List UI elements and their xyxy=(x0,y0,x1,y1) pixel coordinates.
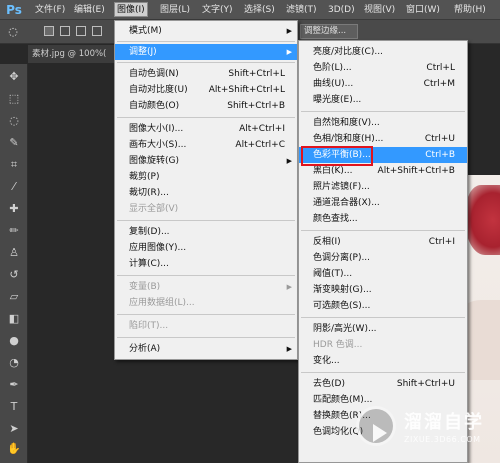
menu-help[interactable]: 帮助(H) xyxy=(452,3,488,18)
menu-3d[interactable]: 3D(D) xyxy=(326,3,357,18)
menu-item-mode[interactable]: 模式(M) ▶ xyxy=(115,23,297,39)
pen-tool-icon[interactable]: ✒ xyxy=(7,378,21,392)
submenu-item-gradient-map[interactable]: 渐变映射(G)... xyxy=(299,282,467,298)
type-tool-icon[interactable]: T xyxy=(7,400,21,414)
menu-item-auto-contrast[interactable]: 自动对比度(U) Alt+Shift+Ctrl+L xyxy=(115,82,297,98)
menu-item-duplicate[interactable]: 复制(D)... xyxy=(115,224,297,240)
submenu-item-color-lookup[interactable]: 颜色查找... xyxy=(299,211,467,227)
watermark-url: ZIXUE.3D66.COM xyxy=(404,435,481,444)
crop-tool-icon[interactable]: ⌗ xyxy=(7,158,21,172)
move-tool-icon[interactable]: ✥ xyxy=(7,70,21,84)
tools-panel: ✥ ⬚ ◌ ✎ ⌗ ⁄ ✚ ✏ ♙ ↺ ▱ ◧ ● ◔ ✒ T ➤ ✋ xyxy=(0,64,28,463)
menu-view[interactable]: 视图(V) xyxy=(362,3,397,18)
hand-tool-icon[interactable]: ✋ xyxy=(7,442,21,456)
watermark-logo-icon xyxy=(356,406,396,446)
gradient-tool-icon[interactable]: ◧ xyxy=(7,312,21,326)
submenu-item-levels[interactable]: 色阶(L)... Ctrl+L xyxy=(299,60,467,76)
watermark: 溜溜自学 ZIXUE.3D66.COM xyxy=(356,402,496,458)
menu-item-apply-data-set: 应用数据组(L)... xyxy=(129,298,195,308)
path-select-tool-icon[interactable]: ➤ xyxy=(7,422,21,436)
menu-item-apply-image[interactable]: 应用图像(Y)... xyxy=(115,240,297,256)
menu-item-image-size[interactable]: 图像大小(I)... Alt+Ctrl+I xyxy=(115,121,297,137)
menu-item-calculations[interactable]: 计算(C)... xyxy=(115,256,297,272)
menu-item-variables: 变量(B) ▶ xyxy=(129,282,292,292)
submenu-item-exposure[interactable]: 曝光度(E)... xyxy=(299,92,467,108)
menu-layer[interactable]: 图层(L) xyxy=(158,3,192,18)
menu-window[interactable]: 窗口(W) xyxy=(404,3,442,18)
submenu-item-desaturate[interactable]: 去色(D) Shift+Ctrl+U xyxy=(299,376,467,392)
lasso-tool-icon[interactable]: ◌ xyxy=(7,114,21,128)
menu-item-trim[interactable]: 裁切(R)... xyxy=(115,185,297,201)
menu-item-canvas-size[interactable]: 画布大小(S)... Alt+Ctrl+C xyxy=(115,137,297,153)
menu-edit[interactable]: 编辑(E) xyxy=(72,3,107,18)
subtract-selection-icon[interactable] xyxy=(76,26,86,36)
submenu-item-photo-filter[interactable]: 照片滤镜(F)... xyxy=(299,179,467,195)
image-menu: 模式(M) ▶ 调整(J) ▶ 自动色调(N) Shift+Ctrl+L 自动对比度(… xyxy=(114,20,298,360)
menu-item-analysis[interactable]: 分析(A) ▶ xyxy=(115,341,297,357)
submenu-item-channel-mixer[interactable]: 通道混合器(X)... xyxy=(299,195,467,211)
history-brush-tool-icon[interactable]: ↺ xyxy=(7,268,21,282)
menu-item-reveal-all: 显示全部(V) xyxy=(129,204,179,214)
submenu-item-posterize[interactable]: 色调分离(P)... xyxy=(299,250,467,266)
menu-bar: Ps 文件(F) 编辑(E) 图像(I) 图层(L) 文字(Y) 选择(S) 滤… xyxy=(0,0,500,20)
submenu-item-selective-color[interactable]: 可选颜色(S)... xyxy=(299,298,467,314)
submenu-item-vibrance[interactable]: 自然饱和度(V)... xyxy=(299,115,467,131)
watermark-title: 溜溜自学 xyxy=(404,412,484,433)
menu-item-image-rotation[interactable]: 图像旋转(G) ▶ xyxy=(115,153,297,169)
quick-select-tool-icon[interactable]: ✎ xyxy=(7,136,21,150)
photo-lips xyxy=(465,185,500,255)
menu-filter[interactable]: 滤镜(T) xyxy=(284,3,319,18)
highlight-callout-box xyxy=(301,146,373,166)
menu-file[interactable]: 文件(F) xyxy=(33,3,67,18)
menu-type[interactable]: 文字(Y) xyxy=(200,3,235,18)
submenu-item-threshold[interactable]: 阈值(T)... xyxy=(299,266,467,282)
menu-select[interactable]: 选择(S) xyxy=(242,3,277,18)
healing-tool-icon[interactable]: ✚ xyxy=(7,202,21,216)
refine-edge-button[interactable]: 调整边缘... xyxy=(300,24,358,39)
submenu-item-hue-saturation[interactable]: 色相/饱和度(H)... Ctrl+U xyxy=(299,131,467,147)
intersect-selection-icon[interactable] xyxy=(92,26,102,36)
menu-item-trap: 陷印(T)... xyxy=(129,321,169,331)
menu-image[interactable]: 图像(I) xyxy=(114,2,148,17)
menu-item-adjustments[interactable]: 调整(J) ▶ xyxy=(115,44,297,60)
new-selection-icon[interactable] xyxy=(44,26,54,36)
menu-item-auto-tone[interactable]: 自动色调(N) Shift+Ctrl+L xyxy=(115,66,297,82)
photoshop-logo: Ps xyxy=(6,3,22,17)
stamp-tool-icon[interactable]: ♙ xyxy=(7,246,21,260)
add-selection-icon[interactable] xyxy=(60,26,70,36)
submenu-item-invert[interactable]: 反相(I) Ctrl+I xyxy=(299,234,467,250)
menu-item-auto-color[interactable]: 自动颜色(O) Shift+Ctrl+B xyxy=(115,98,297,114)
eyedropper-tool-icon[interactable]: ⁄ xyxy=(7,180,21,194)
document-tab[interactable]: 素材.jpg @ 100%( xyxy=(28,45,118,63)
brush-tool-icon[interactable]: ✏ xyxy=(7,224,21,238)
dodge-tool-icon[interactable]: ◔ xyxy=(7,356,21,370)
submenu-item-shadows-highlights[interactable]: 阴影/高光(W)... xyxy=(299,321,467,337)
blur-tool-icon[interactable]: ● xyxy=(7,334,21,348)
submenu-item-curves[interactable]: 曲线(U)... Ctrl+M xyxy=(299,76,467,92)
submenu-item-variations[interactable]: 变化... xyxy=(299,353,467,369)
lasso-icon[interactable]: ◌ xyxy=(6,25,20,39)
marquee-tool-icon[interactable]: ⬚ xyxy=(7,92,21,106)
submenu-item-brightness-contrast[interactable]: 亮度/对比度(C)... xyxy=(299,44,467,60)
eraser-tool-icon[interactable]: ▱ xyxy=(7,290,21,304)
submenu-item-hdr-toning: HDR 色调... xyxy=(313,340,363,350)
menu-item-crop[interactable]: 裁剪(P) xyxy=(115,169,297,185)
adjustments-submenu: 亮度/对比度(C)... 色阶(L)... Ctrl+L 曲线(U)... Ctrl… xyxy=(298,40,468,463)
